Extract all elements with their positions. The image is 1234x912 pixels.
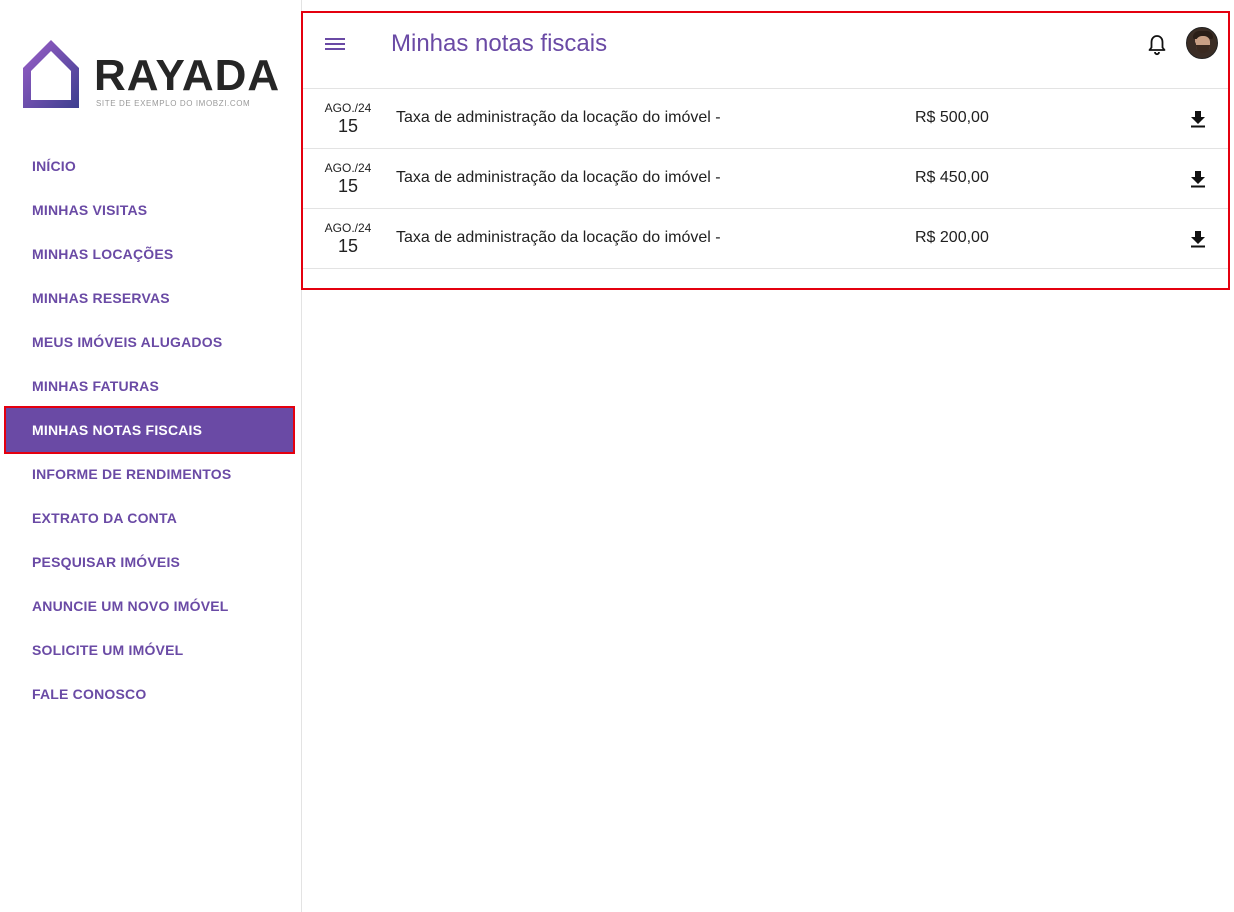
menu-icon[interactable] bbox=[323, 33, 351, 57]
sidebar-item-meus-imoveis-alugados[interactable]: MEUS IMÓVEIS ALUGADOS bbox=[0, 320, 302, 364]
invoice-description: Taxa de administração da locação do imóv… bbox=[396, 109, 721, 126]
brand-tagline: SITE DE EXEMPLO DO IMOBZI.COM bbox=[96, 99, 251, 108]
sidebar-item-inicio[interactable]: INÍCIO bbox=[0, 144, 302, 188]
invoice-day: 15 bbox=[337, 236, 359, 256]
sidebar: RAYADA SITE DE EXEMPLO DO IMOBZI.COM INÍ… bbox=[0, 0, 302, 912]
invoice-date: AGO./24 15 bbox=[313, 101, 383, 137]
user-avatar[interactable] bbox=[1186, 27, 1218, 59]
main-panel: Minhas notas fiscais AGO./24 15 Taxa de … bbox=[301, 11, 1230, 290]
sidebar-item-minhas-faturas[interactable]: MINHAS FATURAS bbox=[0, 364, 302, 408]
download-icon[interactable] bbox=[1188, 109, 1208, 129]
invoice-date: AGO./24 15 bbox=[313, 221, 383, 257]
house-logo-icon bbox=[23, 40, 79, 108]
sidebar-nav: INÍCIO MINHAS VISITAS MINHAS LOCAÇÕES MI… bbox=[0, 144, 302, 716]
page-title: Minhas notas fiscais bbox=[391, 30, 608, 57]
sidebar-item-solicite-um-imovel[interactable]: SOLICITE UM IMÓVEL bbox=[0, 628, 302, 672]
brand-name: RAYADA bbox=[94, 51, 281, 100]
invoice-description: Taxa de administração da locação do imóv… bbox=[396, 229, 721, 246]
top-bar: Minhas notas fiscais bbox=[303, 13, 1228, 89]
sidebar-item-minhas-locacoes[interactable]: MINHAS LOCAÇÕES bbox=[0, 232, 302, 276]
invoice-row[interactable]: AGO./24 15 Taxa de administração da loca… bbox=[303, 149, 1228, 209]
download-icon[interactable] bbox=[1188, 229, 1208, 249]
brand-logo[interactable]: RAYADA SITE DE EXEMPLO DO IMOBZI.COM bbox=[20, 36, 279, 112]
invoice-month: AGO./24 bbox=[324, 221, 372, 235]
invoice-amount: R$ 200,00 bbox=[915, 229, 989, 246]
sidebar-item-pesquisar-imoveis[interactable]: PESQUISAR IMÓVEIS bbox=[0, 540, 302, 584]
sidebar-item-extrato-da-conta[interactable]: EXTRATO DA CONTA bbox=[0, 496, 302, 540]
invoice-description: Taxa de administração da locação do imóv… bbox=[396, 169, 721, 186]
invoice-date: AGO./24 15 bbox=[313, 161, 383, 197]
invoice-day: 15 bbox=[337, 116, 359, 136]
sidebar-item-minhas-visitas[interactable]: MINHAS VISITAS bbox=[0, 188, 302, 232]
invoice-amount: R$ 500,00 bbox=[915, 109, 989, 126]
sidebar-item-minhas-reservas[interactable]: MINHAS RESERVAS bbox=[0, 276, 302, 320]
sidebar-item-minhas-notas-fiscais[interactable]: MINHAS NOTAS FISCAIS bbox=[4, 406, 295, 454]
bell-icon[interactable] bbox=[1146, 33, 1168, 57]
invoice-row[interactable]: AGO./24 15 Taxa de administração da loca… bbox=[303, 89, 1228, 149]
invoice-day: 15 bbox=[337, 176, 359, 196]
invoice-month: AGO./24 bbox=[324, 101, 372, 115]
download-icon[interactable] bbox=[1188, 169, 1208, 189]
invoice-row[interactable]: AGO./24 15 Taxa de administração da loca… bbox=[303, 209, 1228, 269]
sidebar-item-anuncie-um-novo-imovel[interactable]: ANUNCIE UM NOVO IMÓVEL bbox=[0, 584, 302, 628]
invoice-list: AGO./24 15 Taxa de administração da loca… bbox=[303, 89, 1228, 269]
sidebar-item-informe-de-rendimentos[interactable]: INFORME DE RENDIMENTOS bbox=[0, 452, 302, 496]
invoice-amount: R$ 450,00 bbox=[915, 169, 989, 186]
sidebar-item-fale-conosco[interactable]: FALE CONOSCO bbox=[0, 672, 302, 716]
invoice-month: AGO./24 bbox=[324, 161, 372, 175]
